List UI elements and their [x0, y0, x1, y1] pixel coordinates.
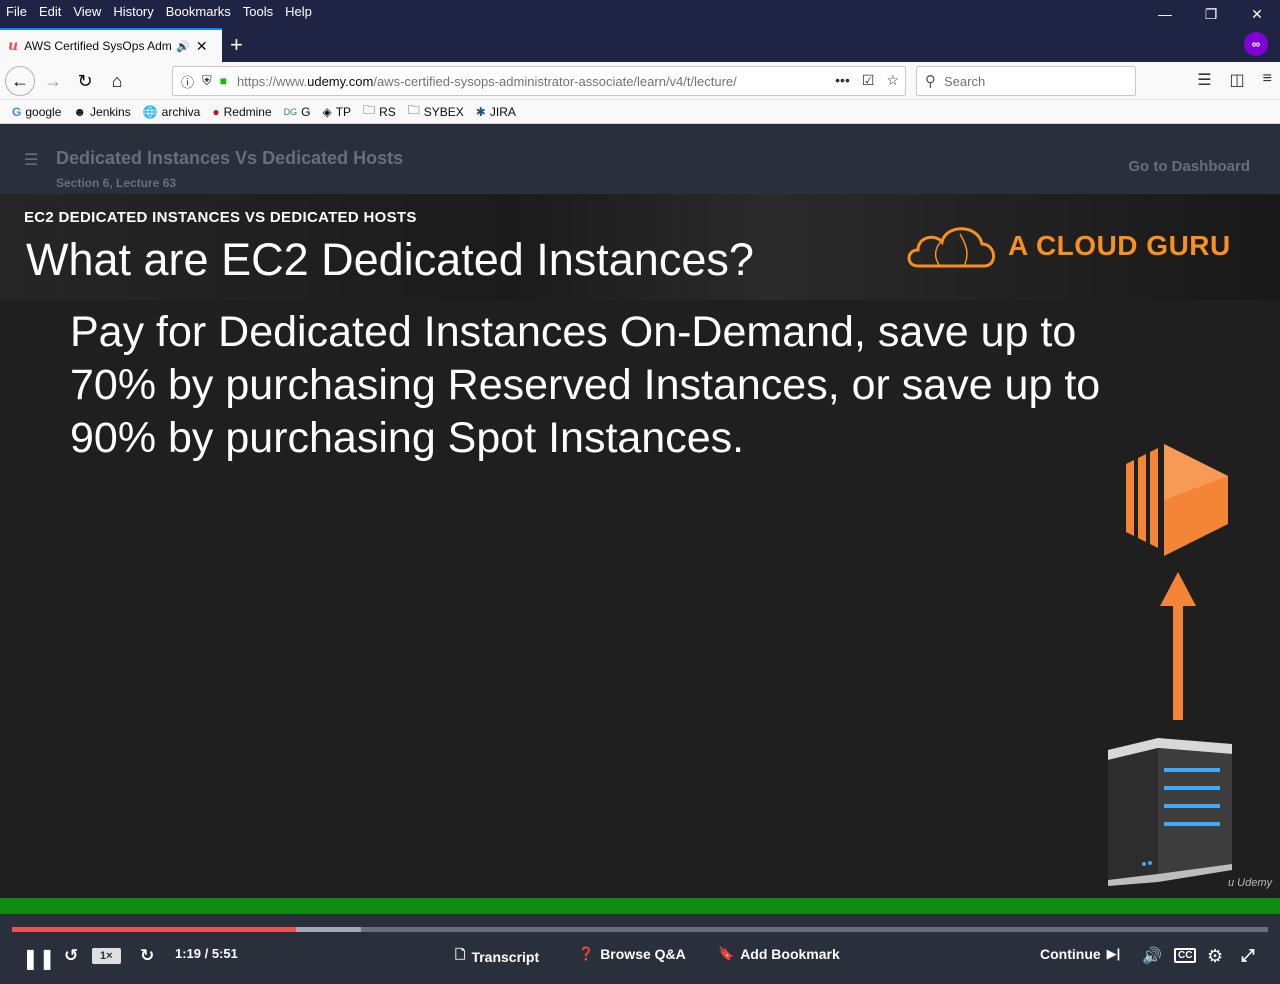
udemy-logo-icon: u [1227, 877, 1238, 889]
jenkins-icon: ☻ [73, 104, 87, 119]
bookmark-jenkins[interactable]: ☻ Jenkins [73, 105, 130, 119]
slide-kicker: EC2 DEDICATED INSTANCES VS DEDICATED HOS… [24, 209, 417, 226]
udemy-favicon-icon: u [8, 38, 19, 54]
bookmark-rs[interactable]: 🗀 RS [363, 101, 396, 122]
settings-gear-icon[interactable]: ⚙ [1207, 946, 1223, 967]
menu-edit[interactable]: Edit [33, 4, 67, 19]
lecture-subtitle: Section 6, Lecture 63 [56, 176, 177, 190]
forward-icon[interactable]: → [38, 66, 68, 96]
slide-body-text: Pay for Dedicated Instances On-Demand, s… [70, 308, 1101, 462]
forward-button[interactable]: ↻ [140, 946, 154, 966]
back-icon[interactable]: ← [5, 66, 35, 96]
info-icon[interactable]: ⓘ [181, 72, 194, 91]
continue-button[interactable]: Continue ▶| [1040, 946, 1120, 962]
browser-tab[interactable]: u AWS Certified SysOps Administrator 🔊 ✕ [0, 28, 222, 62]
address-bar[interactable]: ⓘ ⛨ ■ https://www.udemy.com/aws-certifie… [172, 66, 906, 96]
go-to-dashboard-link[interactable]: Go to Dashboard [1128, 158, 1250, 175]
volume-icon[interactable]: 🔊 [1142, 946, 1162, 966]
library-icon[interactable]: ☰ [1197, 70, 1211, 90]
bookmark-icon: 🔖 [718, 946, 735, 961]
pause-button[interactable]: ❚❚ [22, 946, 56, 971]
slide-title: What are EC2 Dedicated Instances? [26, 234, 754, 285]
curriculum-list-icon[interactable]: ☰ [24, 150, 38, 170]
search-placeholder: Search [944, 73, 986, 89]
pause-icon: ❚❚ [22, 948, 56, 970]
bookmark-archiva[interactable]: 🌐 archiva [143, 105, 201, 119]
reload-icon[interactable]: ↻ [70, 66, 100, 96]
bookmark-g[interactable]: DG G [284, 105, 311, 119]
close-tab-icon[interactable]: ✕ [196, 38, 208, 55]
menu-file[interactable]: File [0, 4, 33, 19]
played-bar [12, 927, 296, 932]
rewind-icon: ↺ [64, 946, 79, 965]
lecture-header: ☰ Dedicated Instances Vs Dedicated Hosts… [0, 124, 1280, 194]
skip-next-icon: ▶| [1106, 946, 1121, 961]
menu-tools[interactable]: Tools [237, 4, 279, 19]
more-icon[interactable]: ••• [835, 72, 850, 89]
add-bookmark-button[interactable]: 🔖 Add Bookmark [718, 946, 840, 962]
google-icon: G [12, 104, 22, 119]
progress-bar[interactable] [12, 927, 1268, 932]
browse-qa-button[interactable]: ❓ Browse Q&A [578, 946, 686, 962]
folder-icon: 🗀 [363, 103, 376, 117]
fullscreen-icon[interactable]: ⤢ [1241, 946, 1255, 966]
url-text: https://www.udemy.com/aws-certified-syso… [237, 73, 737, 89]
globe-icon: 🌐 [142, 104, 158, 119]
menu-bar: File Edit View History Bookmarks Tools H… [0, 0, 1280, 22]
page-actions: ••• ☑ ☆ [835, 72, 899, 89]
navigation-bar: ← → ↻ ⌂ ⓘ ⛨ ■ https://www.udemy.com/aws-… [0, 62, 1280, 100]
menu-history[interactable]: History [107, 4, 159, 19]
forward-skip-icon: ↻ [140, 946, 155, 965]
private-mask-icon: ∞ [1244, 32, 1268, 56]
udemy-watermark: u Udemy [1227, 877, 1272, 889]
bookmark-sybex[interactable]: 🗀 SYBEX [408, 101, 464, 122]
bookmarks-bar: Ggoogle ☻ Jenkins 🌐 archiva ● Redmine DG G ◈… [0, 100, 1280, 124]
speaker-icon[interactable]: 🔊 [176, 40, 190, 53]
lock-icon: ■ [219, 74, 228, 88]
lecture-title: Dedicated Instances Vs Dedicated Hosts [56, 148, 404, 168]
bookmark-jira[interactable]: ✱ JIRA [476, 105, 516, 119]
player-controls: ❚❚ ↺ 1× ↻ 1:19 / 5:51 🗋 Transcript ❓ Bro… [0, 914, 1280, 984]
bookmark-redmine[interactable]: ● Redmine [212, 105, 271, 119]
document-icon: 🗋 [455, 947, 466, 962]
green-status-bar [0, 898, 1280, 914]
bookmark-google[interactable]: Ggoogle [12, 105, 61, 119]
star-icon[interactable]: ☆ [886, 72, 899, 89]
tab-bar: u AWS Certified SysOps Administrator 🔊 ✕… [0, 22, 1280, 62]
search-input[interactable]: ⚲ Search [916, 66, 1136, 96]
menu-view[interactable]: View [67, 4, 107, 19]
cloud-logo-icon [907, 227, 995, 268]
g-site-icon: DG [283, 106, 298, 117]
menu-bookmarks[interactable]: Bookmarks [160, 4, 237, 19]
time-display: 1:19 / 5:51 [175, 946, 238, 961]
new-tab-icon[interactable]: + [230, 32, 243, 58]
rewind-button[interactable]: ↺ [64, 946, 78, 966]
hamburger-menu-icon[interactable]: ≡ [1263, 70, 1272, 90]
question-icon: ❓ [578, 946, 595, 961]
tp-diamond-icon: ◈ [322, 104, 332, 119]
sidebar-icon[interactable]: ◫ [1230, 70, 1245, 90]
menu-help[interactable]: Help [279, 4, 318, 19]
redmine-icon: ● [212, 104, 220, 119]
search-icon: ⚲ [925, 73, 936, 90]
transcript-button[interactable]: 🗋 Transcript [455, 946, 539, 968]
home-icon[interactable]: ⌂ [102, 66, 132, 96]
up-arrow-icon [1160, 572, 1196, 720]
pocket-icon[interactable]: ☑ [862, 72, 875, 89]
playback-speed-button[interactable]: 1× [92, 948, 121, 964]
brand-logo-text: A CLOUD GURU [1008, 230, 1231, 261]
server-icon [1108, 738, 1232, 886]
tab-title: AWS Certified SysOps Administrator [24, 39, 172, 53]
toolbar-right: ☰ ◫ ≡ [1197, 70, 1272, 90]
tracking-shield-icon[interactable]: ⛨ [202, 73, 212, 89]
bookmark-tp[interactable]: ◈ TP [322, 105, 351, 119]
captions-icon[interactable]: CC [1174, 948, 1197, 963]
video-frame[interactable]: EC2 DEDICATED INSTANCES VS DEDICATED HOS… [0, 194, 1280, 900]
ec2-instance-icon [1126, 444, 1228, 556]
jira-icon: ✱ [475, 104, 486, 119]
folder-icon: 🗀 [407, 103, 420, 117]
